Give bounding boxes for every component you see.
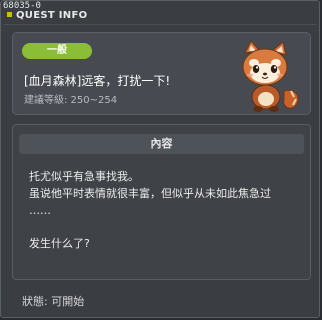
quest-title: [血月森林]远客，打扰一下! <box>24 74 171 88</box>
quest-level-label: 建議等級: 250~254 <box>24 95 118 106</box>
quest-content-panel: 內容 托尤似乎有急事找我。 虽说他平时表情就很丰富，但似乎从未如此焦急过 …… … <box>12 124 311 280</box>
title-divider <box>4 24 316 25</box>
window-title-text: QUEST INFO <box>16 10 88 21</box>
description-line: …… <box>29 204 51 217</box>
red-panda-icon <box>242 40 299 112</box>
quest-description: 托尤似乎有急事找我。 虽说他平时表情就很丰富，但似乎从未如此焦急过 …… 发生什… <box>29 168 305 252</box>
description-line: 发生什么了? <box>29 237 90 250</box>
description-line <box>29 219 305 235</box>
window-title: QUEST INFO <box>7 10 87 21</box>
description-line: 托尤似乎有急事找我。 <box>29 170 139 183</box>
content-header: 內容 <box>19 134 304 154</box>
title-marker-icon <box>7 12 12 17</box>
quest-category-badge: 一般 <box>22 43 92 59</box>
quest-status: 狀態: 可開始 <box>22 295 85 308</box>
description-line: 虽说他平时表情就很丰富，但似乎从未如此焦急过 <box>29 187 271 200</box>
quest-summary-card: 一般 [血月森林]远客，打扰一下! 建議等級: 250~254 <box>12 32 311 115</box>
quest-info-window: 68035-0 QUEST INFO 一般 [血月森林]远客，打扰一下! 建議等… <box>0 0 320 318</box>
